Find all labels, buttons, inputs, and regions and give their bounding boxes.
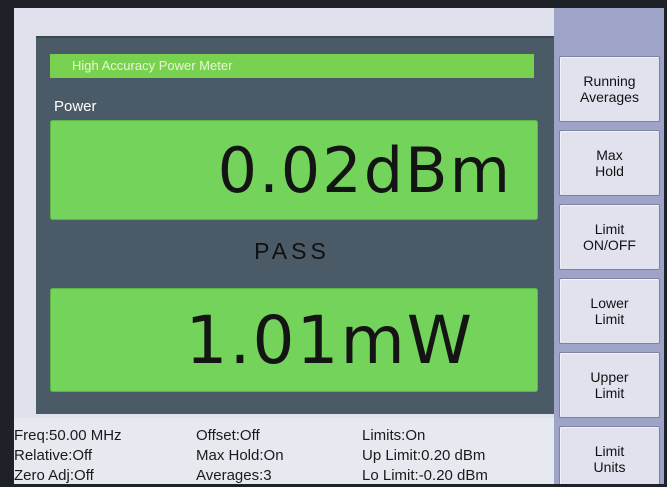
- status-bar: Freq:50.00 MHz Relative:Off Zero Adj:Off…: [14, 418, 554, 484]
- instrument-screen: High Accuracy Power Meter Power 0.02dBm …: [14, 8, 664, 484]
- status-column-limits: Limits:On Up Limit:0.20 dBm Lo Limit:-0.…: [362, 426, 488, 484]
- power-dbm-readout: 0.02dBm: [50, 120, 538, 220]
- lower-limit-label: Lower Limit: [590, 295, 629, 327]
- status-column-frequency: Freq:50.00 MHz Relative:Off Zero Adj:Off: [14, 426, 122, 484]
- limit-status: PASS: [254, 238, 330, 264]
- limit-units-button[interactable]: Limit Units: [559, 426, 660, 484]
- max-hold-button[interactable]: Max Hold: [559, 130, 660, 196]
- upper-limit-button[interactable]: Upper Limit: [559, 352, 660, 418]
- max-hold-status: Max Hold:On: [196, 447, 284, 464]
- averages-status: Averages:3: [196, 467, 272, 484]
- power-label: Power: [54, 98, 97, 115]
- up-limit-status: Up Limit:0.20 dBm: [362, 447, 486, 464]
- lower-limit-button[interactable]: Lower Limit: [559, 278, 660, 344]
- offset-status: Offset:Off: [196, 427, 260, 444]
- meter-title-bar: High Accuracy Power Meter: [50, 54, 534, 78]
- max-hold-label: Max Hold: [595, 147, 624, 179]
- limit-on-off-label: Limit ON/OFF: [583, 221, 636, 253]
- limit-on-off-button[interactable]: Limit ON/OFF: [559, 204, 660, 270]
- upper-limit-label: Upper Limit: [590, 369, 629, 401]
- status-column-offset: Offset:Off Max Hold:On Averages:3: [196, 426, 284, 484]
- relative-status: Relative:Off: [14, 447, 93, 464]
- freq-status: Freq:50.00 MHz: [14, 427, 122, 444]
- zero-adj-status: Zero Adj:Off: [14, 467, 94, 484]
- limit-units-label: Limit Units: [593, 443, 626, 475]
- lo-limit-status: Lo Limit:-0.20 dBm: [362, 467, 488, 484]
- meter-panel: High Accuracy Power Meter Power 0.02dBm …: [36, 36, 556, 414]
- running-averages-button[interactable]: Running Averages: [559, 56, 660, 122]
- running-averages-label: Running Averages: [580, 73, 639, 105]
- power-mw-readout: 1.01mW: [50, 288, 538, 392]
- softkey-column: Running Averages Max Hold Limit ON/OFF Lowe…: [554, 8, 664, 484]
- limits-status: Limits:On: [362, 427, 426, 444]
